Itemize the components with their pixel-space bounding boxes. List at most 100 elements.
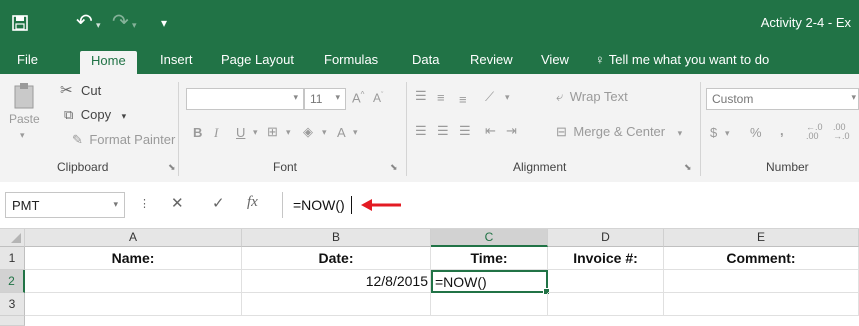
cell-c2-text: =NOW() [435,274,487,290]
align-right-icon[interactable]: ☰ [459,123,471,139]
column-header-c[interactable]: C [431,229,548,247]
font-color-dropdown-icon[interactable]: ▾ [353,127,358,138]
merge-center-button[interactable]: ⊟ Merge & Center ▾ [556,123,682,141]
merge-center-label: Merge & Center [573,124,666,139]
align-left-icon[interactable]: ☰ [415,123,427,139]
cell-c1[interactable]: Time: [431,247,548,270]
cell-d2[interactable] [548,270,664,293]
red-arrow-icon [361,199,401,211]
format-painter-label: Format Painter [89,132,176,147]
tab-formulas[interactable]: Formulas [324,48,378,74]
fill-color-dropdown-icon[interactable]: ▾ [322,127,327,138]
insert-function-icon[interactable]: fx [247,194,258,211]
ribbon-tabs: File Home Insert Page Layout Formulas Da… [0,48,859,74]
tab-insert[interactable]: Insert [160,48,193,74]
cell-a3[interactable] [25,293,242,316]
column-header-e[interactable]: E [664,229,859,247]
cell-b3[interactable] [242,293,431,316]
increase-indent-icon[interactable]: ⇥ [506,123,517,139]
cell-e3[interactable] [664,293,859,316]
alignment-launcher-icon[interactable]: ⬊ [684,162,692,173]
font-name-combo[interactable]: ▾ [186,88,304,110]
cancel-icon[interactable]: ✕ [171,194,184,212]
align-bottom-icon[interactable]: ≡ [459,92,467,107]
column-header-b[interactable]: B [242,229,431,247]
tab-home[interactable]: Home [80,51,137,74]
grow-font-label: A [352,90,361,106]
formula-input[interactable]: =NOW() [282,192,859,218]
cell-a1[interactable]: Name: [25,247,242,270]
cell-b2[interactable]: 12/8/2015 [242,270,431,293]
align-top-icon[interactable]: ☰ [415,88,427,104]
clipboard-launcher-icon[interactable]: ⬊ [168,162,176,173]
cell-d1[interactable]: Invoice #: [548,247,664,270]
cell-c2-active[interactable]: =NOW() [431,270,550,295]
cut-button[interactable]: ✂ Cut [60,81,101,100]
enter-icon[interactable]: ✓ [212,194,225,212]
row-header-4[interactable] [0,316,25,326]
comma-button[interactable]: , [780,123,784,138]
redo-dropdown-icon[interactable]: ▾ [132,16,137,34]
currency-button[interactable]: $ [710,125,717,140]
bold-button[interactable]: B [193,125,202,140]
align-middle-icon[interactable]: ≡ [437,90,445,105]
scissors-icon: ✂ [60,82,73,99]
merge-icon: ⊟ [556,124,567,139]
currency-dropdown-icon[interactable]: ▾ [725,128,730,139]
font-launcher-icon[interactable]: ⬊ [390,162,398,173]
percent-button[interactable]: % [750,125,762,140]
tab-review[interactable]: Review [470,48,513,74]
text-caret [351,196,352,214]
tab-page-layout[interactable]: Page Layout [221,48,294,74]
align-center-icon[interactable]: ☰ [437,123,449,139]
paste-dropdown-icon: ▾ [20,130,25,140]
cell-e2[interactable] [664,270,859,293]
grow-font-button[interactable]: A^ [352,90,364,105]
select-all-corner[interactable] [0,229,25,247]
row-header-1[interactable]: 1 [0,247,25,270]
cell-c3[interactable] [431,293,548,316]
decrease-decimal-button[interactable]: .00 →.0 [833,123,855,141]
borders-dropdown-icon[interactable]: ▾ [286,127,291,138]
orientation-icon[interactable]: ⟋ [485,89,494,105]
borders-icon[interactable]: ⊞ [267,124,278,140]
tab-data[interactable]: Data [412,48,439,74]
font-color-button[interactable]: A [337,125,346,140]
undo-icon[interactable]: ↶ [76,12,93,32]
underline-button[interactable]: U [236,125,245,140]
font-size-combo[interactable]: 11 ▾ [304,88,346,110]
wrap-text-button[interactable]: ⤶ Wrap Text [556,88,628,106]
redo-icon[interactable]: ↷ [112,12,129,32]
cell-e1[interactable]: Comment: [664,247,859,270]
column-header-d[interactable]: D [548,229,664,247]
underline-dropdown-icon[interactable]: ▾ [253,127,258,138]
customize-qat-icon[interactable]: ▾ [161,14,167,32]
row-header-3[interactable]: 3 [0,293,25,316]
shrink-font-label: A [373,91,382,105]
number-group-label: Number [766,160,809,174]
cell-d3[interactable] [548,293,664,316]
name-box[interactable]: PMT ▾ [5,192,125,218]
decrease-indent-icon[interactable]: ⇤ [485,123,496,139]
save-icon[interactable] [12,15,28,34]
tab-view[interactable]: View [541,48,569,74]
orientation-dropdown-icon[interactable]: ▾ [505,92,510,103]
cell-a2[interactable] [25,270,242,293]
copy-button[interactable]: ⧉ Copy ▾ [64,106,126,124]
shrink-font-button[interactable]: Aˇ [373,91,383,105]
fill-color-icon[interactable]: ◈ [303,124,313,140]
italic-button[interactable]: I [214,125,218,141]
format-painter-button[interactable]: ✎ Format Painter [72,131,175,149]
paste-button[interactable]: Paste ▾ [8,80,42,148]
tab-file[interactable]: File [17,48,38,74]
column-header-a[interactable]: A [25,229,242,247]
undo-dropdown-icon[interactable]: ▾ [96,16,101,34]
number-format-combo[interactable]: Custom ▾ [706,88,859,110]
cell-b1[interactable]: Date: [242,247,431,270]
increase-decimal-button[interactable]: ←.0 .00 [806,123,826,141]
tell-me-box[interactable]: ♀ Tell me what you want to do [595,48,769,74]
wrap-text-label: Wrap Text [569,89,628,104]
chevron-down-icon: ▾ [293,92,298,102]
more-options-icon: ⋮ [139,198,150,210]
row-header-2[interactable]: 2 [0,270,25,293]
